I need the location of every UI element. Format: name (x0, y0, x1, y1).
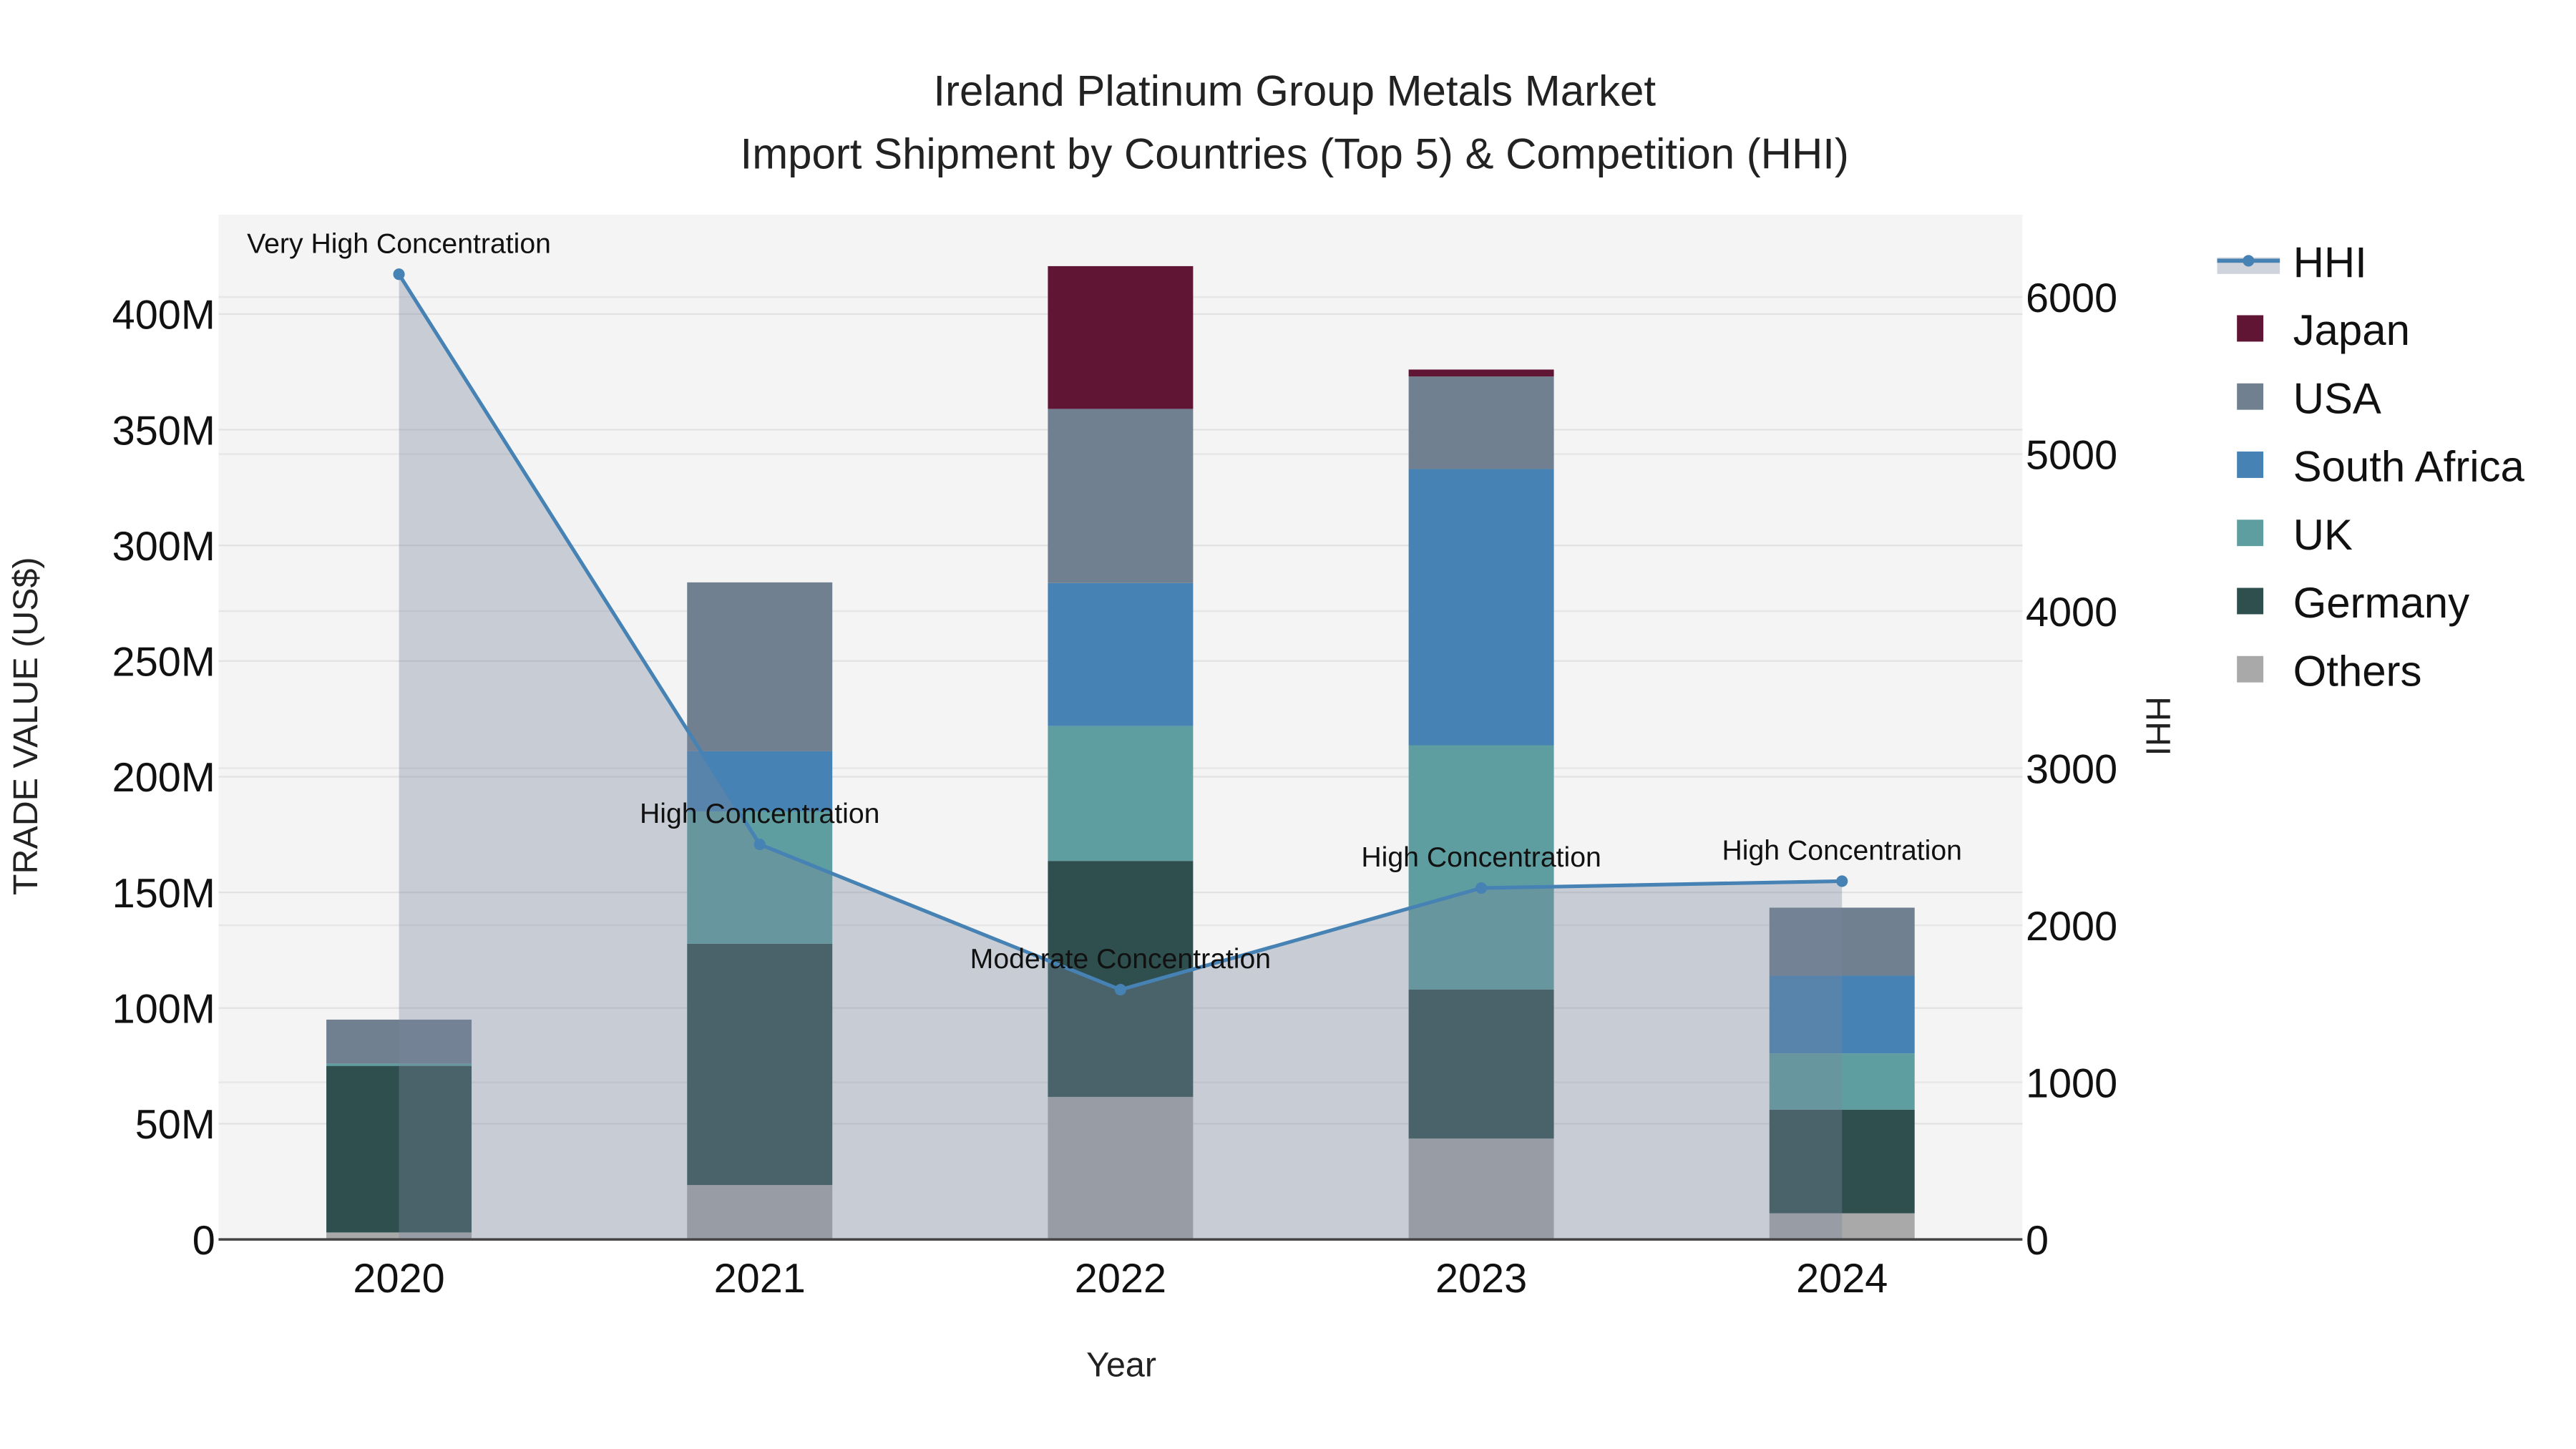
y2-tick-label: 4000 (2026, 590, 2117, 635)
hhi-point-2021 (753, 838, 766, 851)
right-axis-ticks: 0 1000 2000 3000 4000 5000 6000 (2026, 275, 2117, 1264)
y-axis-label: TRADE VALUE (US$) (6, 557, 45, 895)
y-tick-label: 50M (135, 1102, 215, 1148)
y2-tick-label: 5000 (2026, 432, 2117, 478)
legend-label-others: Others (2293, 647, 2422, 695)
y2-tick-label: 3000 (2026, 746, 2117, 792)
y2-tick-label: 6000 (2026, 275, 2117, 321)
legend: HHI Japan USA South Africa UK Germany Others (2217, 238, 2525, 695)
legend-swatch-south-africa (2237, 452, 2264, 478)
legend-label-uk: UK (2293, 511, 2353, 559)
legend-label-south-africa: South Africa (2293, 443, 2525, 491)
left-axis-ticks: 0 50M 100M 150M 200M 250M 300M 350M 400M (112, 293, 215, 1264)
legend-label-germany: Germany (2293, 579, 2470, 627)
y-tick-label: 250M (112, 640, 215, 686)
x-tick-label: 2022 (1075, 1256, 1166, 1302)
x-axis-ticks: 2020 2021 2022 2023 2024 (353, 1256, 1888, 1302)
y2-axis-label: HHI (2138, 696, 2177, 756)
y-tick-label: 150M (112, 871, 215, 917)
bar-uk-2022 (1048, 726, 1194, 862)
hhi-annotation: High Concentration (640, 799, 879, 829)
hhi-point-2020 (393, 268, 405, 280)
hhi-annotation: High Concentration (1361, 842, 1601, 873)
bar-usa-2022 (1048, 409, 1194, 583)
legend-swatch-uk (2237, 519, 2264, 547)
legend-swatch-hhi-marker (2243, 255, 2255, 267)
bar-south-africa-2023 (1408, 469, 1554, 746)
hhi-annotation: Very High Concentration (247, 228, 551, 259)
y-tick-label: 0 (192, 1218, 215, 1264)
chart-title-line1: Ireland Platinum Group Metals Market (933, 67, 1656, 115)
hhi-annotation: Moderate Concentration (970, 944, 1271, 975)
y-tick-label: 300M (112, 524, 215, 570)
y-tick-label: 100M (112, 987, 215, 1033)
chart: Very High Concentration High Concentratio… (6, 67, 2525, 1385)
hhi-point-2022 (1114, 984, 1126, 996)
x-tick-label: 2021 (714, 1256, 806, 1302)
bar-japan-2022 (1048, 265, 1194, 409)
bar-usa-2021 (687, 582, 833, 751)
hhi-annotation: High Concentration (1722, 835, 1962, 866)
y-tick-label: 350M (112, 408, 215, 454)
x-axis-label: Year (1086, 1346, 1156, 1385)
legend-swatch-usa (2237, 383, 2264, 410)
legend-swatch-japan (2237, 315, 2264, 342)
bar-usa-2023 (1408, 376, 1554, 469)
x-tick-label: 2020 (353, 1256, 444, 1302)
legend-swatch-germany (2237, 587, 2264, 615)
bar-south-africa-2022 (1048, 582, 1194, 726)
bar-japan-2023 (1408, 369, 1554, 377)
chart-title-line2: Import Shipment by Countries (Top 5) & C… (741, 130, 1849, 177)
y-tick-label: 200M (112, 755, 215, 801)
y2-tick-label: 0 (2026, 1218, 2049, 1264)
y2-tick-label: 2000 (2026, 904, 2117, 950)
y-tick-label: 400M (112, 293, 215, 338)
y2-tick-label: 1000 (2026, 1060, 2117, 1106)
x-tick-label: 2023 (1435, 1256, 1527, 1302)
legend-label-japan: Japan (2293, 306, 2410, 354)
legend-label-usa: USA (2293, 374, 2381, 422)
x-tick-label: 2024 (1796, 1256, 1888, 1302)
legend-label-hhi: HHI (2293, 238, 2367, 286)
hhi-point-2023 (1475, 882, 1488, 894)
legend-swatch-others (2237, 655, 2264, 683)
hhi-point-2024 (1836, 875, 1848, 887)
